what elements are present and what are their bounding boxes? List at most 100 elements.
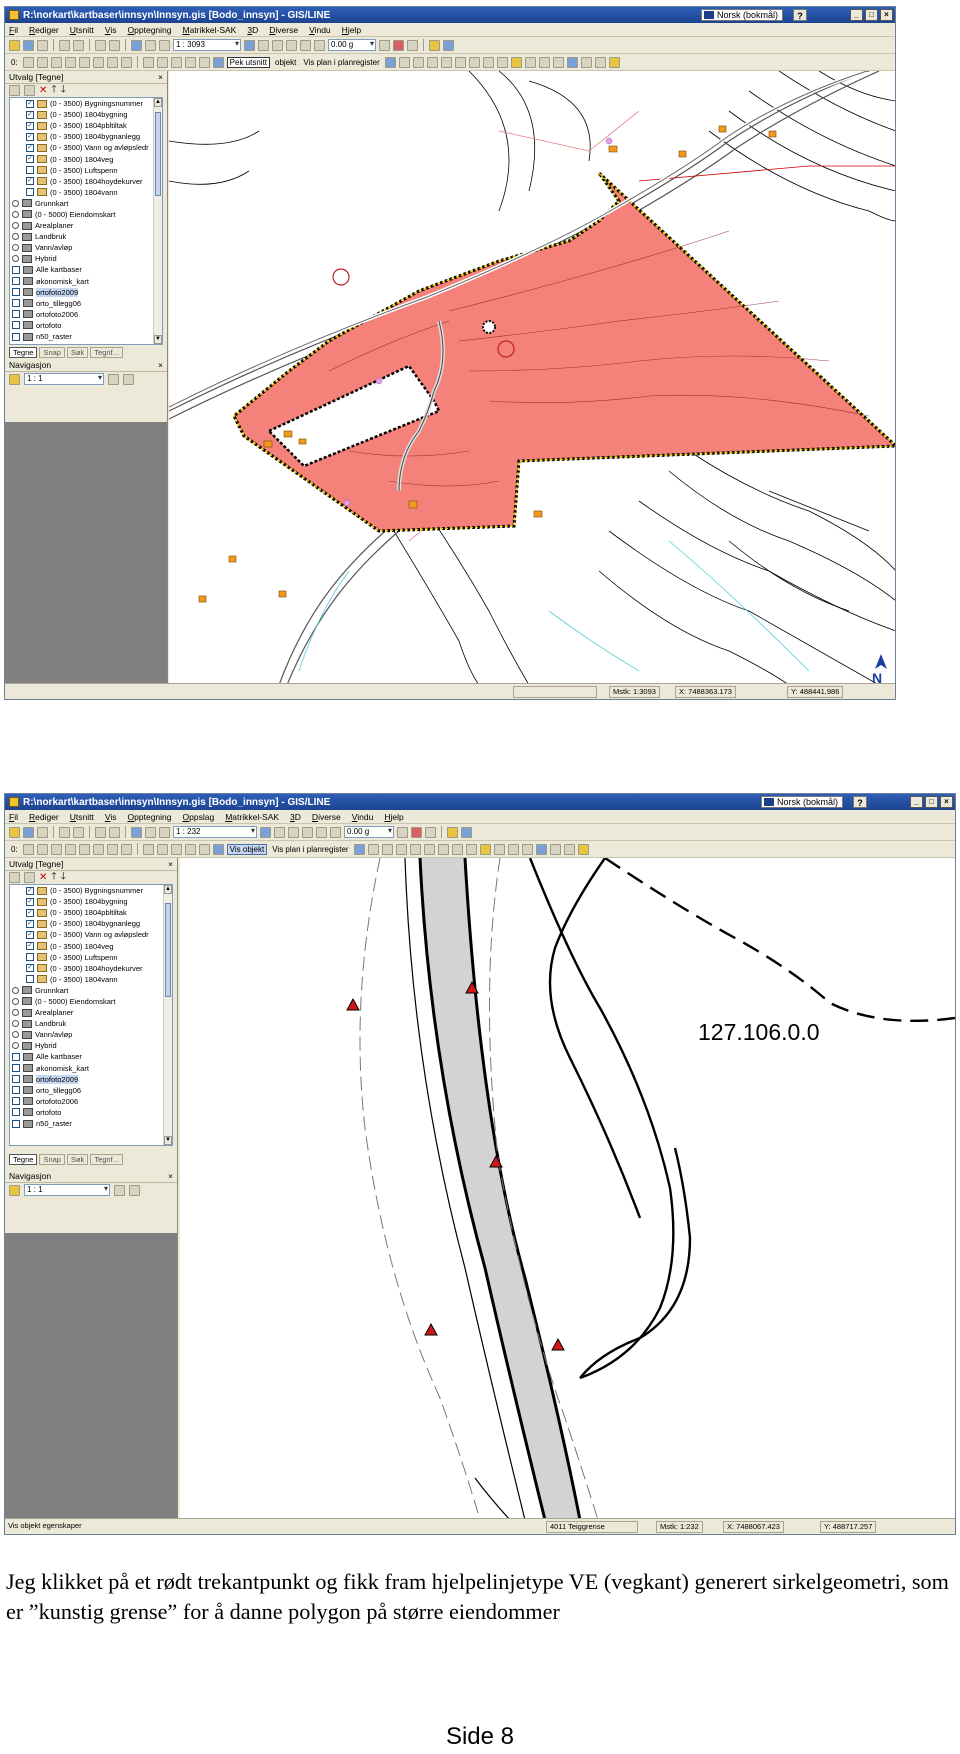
angle-combo[interactable]: 0.00 g (344, 826, 394, 838)
query-icon[interactable] (367, 843, 379, 855)
style-icon[interactable] (496, 56, 508, 68)
vis-objekt-button[interactable]: Vis objekt (226, 843, 268, 855)
layer-row[interactable]: ✓ (0 - 3500) 1804pbltiltak (10, 120, 162, 131)
layers-icon[interactable] (131, 826, 142, 838)
layer-row[interactable]: ortofoto2009 (10, 287, 162, 298)
style-icon[interactable] (465, 843, 477, 855)
grid-toggle-icon[interactable] (580, 56, 592, 68)
tool-d-icon[interactable] (184, 56, 196, 68)
layer-checkbox[interactable] (26, 188, 34, 197)
scale-combo[interactable]: 1 : 3093 (173, 39, 241, 51)
layer-checkbox[interactable] (26, 166, 34, 175)
nav-grid-icon[interactable] (108, 373, 119, 385)
nav-compass-icon[interactable] (123, 373, 134, 385)
fill-icon[interactable] (521, 843, 533, 855)
snap-toggle-icon[interactable] (535, 843, 547, 855)
menu-hjelp[interactable]: Hjelp (342, 25, 361, 35)
layer-row[interactable]: Landbruk (10, 1018, 172, 1029)
menu-vindu[interactable]: Vindu (309, 25, 331, 35)
layer-row[interactable]: økonomisk_kart (10, 1063, 172, 1074)
tool-d-icon[interactable] (184, 843, 196, 855)
pointer-icon[interactable] (212, 56, 224, 68)
layer-props-icon[interactable] (24, 85, 35, 96)
edit-point-icon[interactable] (22, 56, 34, 68)
layer-list[interactable]: ✓ (0 - 3500) Bygningsnummer ✓ (0 - 3500) 18… (9, 884, 173, 1146)
help-icon[interactable]: ? (853, 796, 867, 808)
layer-row[interactable]: Hybrid (10, 253, 162, 264)
lock-icon[interactable] (379, 39, 390, 51)
grid-icon[interactable] (286, 39, 297, 51)
properties-icon[interactable] (461, 826, 472, 838)
minimize-button[interactable]: _ (850, 9, 863, 21)
layer-checkbox[interactable] (12, 1075, 20, 1084)
layer-checkbox[interactable] (12, 1119, 20, 1128)
tab-sok[interactable]: Søk (66, 346, 89, 358)
menu-oppslag[interactable]: Oppslag (183, 812, 215, 822)
close-doc-icon[interactable] (37, 826, 48, 838)
layer-row[interactable]: ✓ (0 - 3500) Vann og avløpsledr (10, 929, 172, 940)
draw-icon[interactable] (407, 39, 418, 51)
menu-fil[interactable]: Fil (9, 25, 18, 35)
ruler-icon[interactable] (468, 56, 480, 68)
plan-register-button[interactable]: Vis plan i planregister (270, 845, 350, 854)
layer-row[interactable]: Hybrid (10, 1040, 172, 1051)
edit-line-icon[interactable] (36, 56, 48, 68)
tab-tegne[interactable]: Tegne (9, 346, 38, 358)
draw-icon[interactable] (425, 826, 436, 838)
report-icon[interactable] (409, 843, 421, 855)
zoom-menu-icon[interactable] (258, 39, 269, 51)
navigation-close-icon[interactable]: × (168, 1171, 173, 1181)
layer-checkbox[interactable]: ✓ (26, 177, 34, 186)
layer-checkbox[interactable] (12, 1097, 20, 1106)
info-circle-icon[interactable] (384, 56, 396, 68)
menu-matrikkel-sak[interactable]: Matrikkel-SAK (183, 25, 237, 35)
menu-fil[interactable]: Fil (9, 812, 18, 822)
layer-list[interactable]: ✓ (0 - 3500) Bygningsnummer ✓ (0 - 3500) 18… (9, 97, 163, 345)
close-button[interactable]: × (880, 9, 893, 21)
undo-icon[interactable] (95, 826, 106, 838)
layer-radio[interactable] (12, 1020, 19, 1028)
edit-move-icon[interactable] (64, 56, 76, 68)
layer-checkbox[interactable]: ✓ (26, 964, 34, 973)
delete-icon[interactable]: ✕ (39, 872, 47, 883)
paint-icon[interactable] (510, 56, 522, 68)
layer-checkbox[interactable]: ✓ (26, 930, 34, 939)
layer-row[interactable]: ortofoto2006 (10, 1096, 172, 1107)
edit-area-icon[interactable] (50, 56, 62, 68)
undo-icon[interactable] (95, 39, 106, 51)
tool-b-icon[interactable] (156, 56, 168, 68)
report-icon[interactable] (440, 56, 452, 68)
layer-row[interactable]: ortofoto (10, 320, 162, 331)
select-icon[interactable] (412, 56, 424, 68)
edit-split-icon[interactable] (106, 56, 118, 68)
layer-row[interactable]: ortofoto2006 (10, 309, 162, 320)
menu-matrikkel-sak[interactable]: Matrikkel-SAK (225, 812, 279, 822)
layer-checkbox[interactable]: ✓ (26, 155, 34, 164)
zoom-icon[interactable] (244, 39, 255, 51)
menu-vis[interactable]: Vis (105, 25, 117, 35)
filter-icon[interactable] (395, 843, 407, 855)
property-polygon[interactable] (234, 173, 896, 531)
layer-row[interactable]: Vann/avløp (10, 1029, 172, 1040)
menu-3d[interactable]: 3D (247, 25, 258, 35)
map-view[interactable]: 127.106.0.0 (180, 858, 955, 1520)
nav-compass-icon[interactable] (129, 1184, 140, 1196)
snap-toggle-icon[interactable] (566, 56, 578, 68)
label-icon[interactable] (538, 56, 550, 68)
print-preview-icon[interactable] (73, 826, 84, 838)
layer-checkbox[interactable]: ✓ (26, 908, 34, 917)
layer-row[interactable]: ✓ (0 - 3500) Bygningsnummer (10, 98, 162, 109)
info-icon[interactable] (447, 826, 458, 838)
pan-hand-icon[interactable] (330, 826, 341, 838)
edit-line-icon[interactable] (36, 843, 48, 855)
measure-icon[interactable] (393, 39, 404, 51)
layer-row[interactable]: orto_tillegg06 (10, 1085, 172, 1096)
layer-checkbox[interactable] (12, 1052, 20, 1061)
layer-row[interactable]: ✓ (0 - 3500) 1804bygnanlegg (10, 918, 172, 929)
layer-row[interactable]: Vann/avløp (10, 242, 162, 253)
ruler-icon[interactable] (437, 843, 449, 855)
menu-hjelp[interactable]: Hjelp (384, 812, 403, 822)
tab-tegne[interactable]: Tegne (9, 1153, 38, 1165)
panel-close-icon[interactable]: × (158, 72, 163, 82)
save-icon[interactable] (23, 39, 34, 51)
